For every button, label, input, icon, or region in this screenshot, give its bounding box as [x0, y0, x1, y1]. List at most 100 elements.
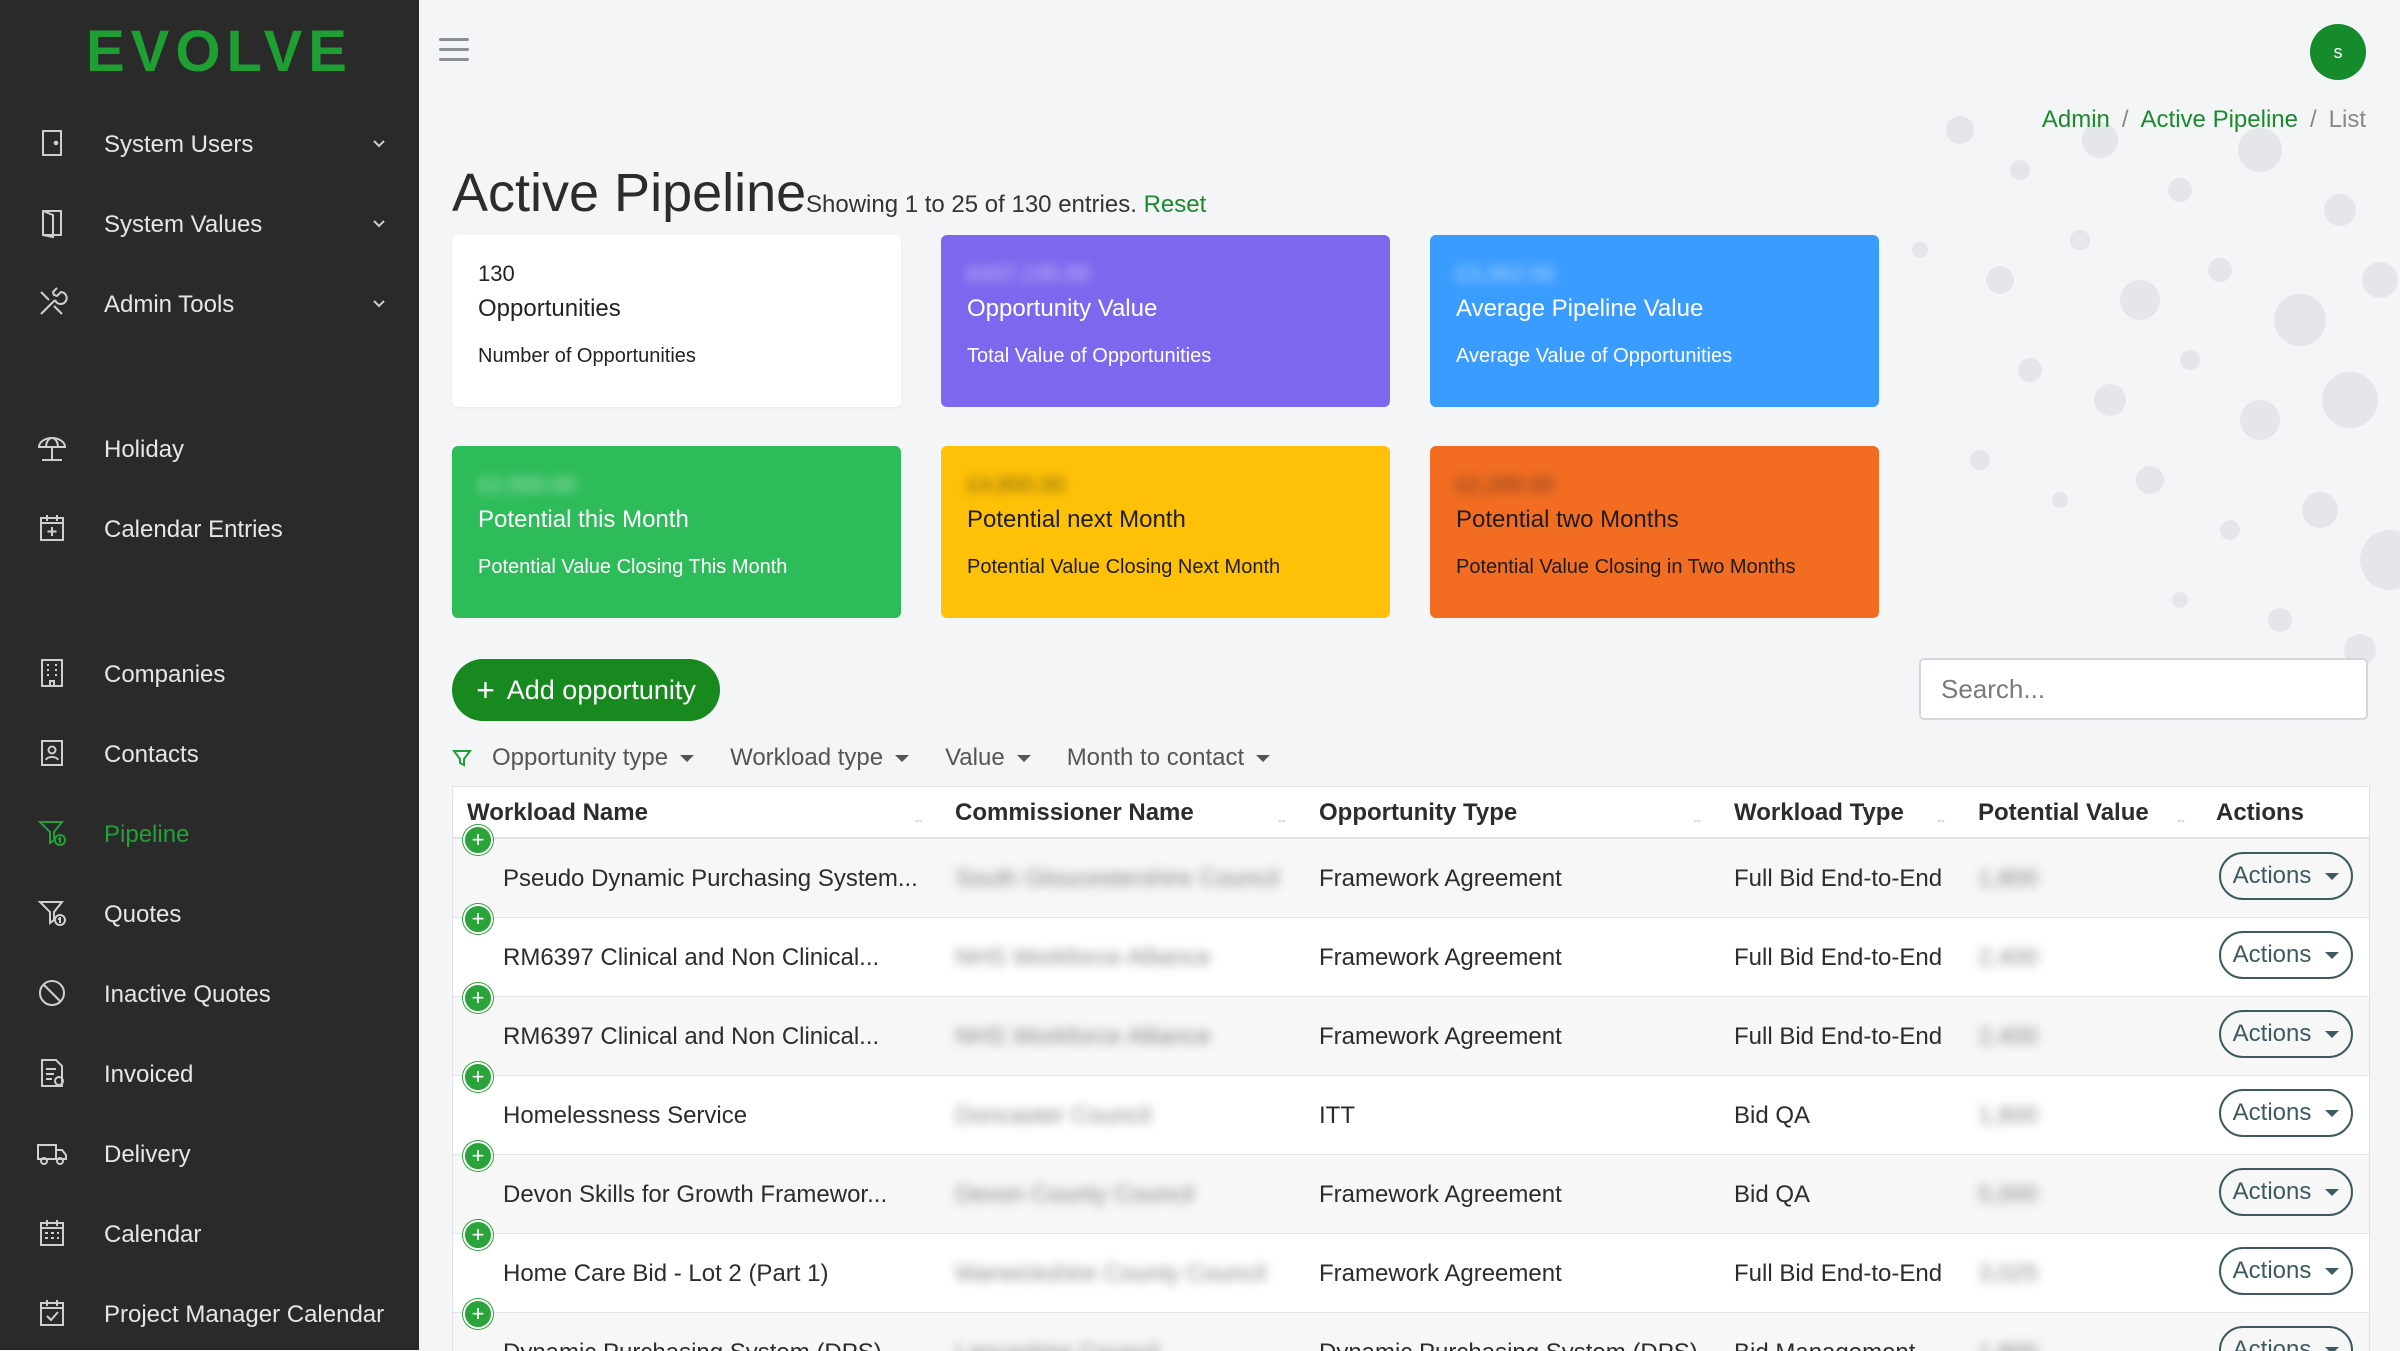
filter-label: Month to contact — [1067, 744, 1244, 772]
sidebar-item-label: Quotes — [104, 901, 181, 929]
table-row[interactable]: Home Care Bid - Lot 2 (Part 1) Warwicksh… — [453, 1234, 2369, 1313]
cell-workload-type: Bid QA — [1734, 1102, 1810, 1130]
sort-icon[interactable]: ⇔ — [2175, 813, 2189, 823]
column-header-potential-value[interactable]: Potential Value — [1978, 799, 2149, 827]
column-header-workload-name[interactable]: Workload Name — [467, 799, 648, 827]
sidebar-item-delivery[interactable]: Delivery — [0, 1120, 419, 1190]
cell-workload-name[interactable]: RM6397 Clinical and Non Clinical... — [503, 1023, 879, 1051]
row-actions-button[interactable]: Actions — [2219, 852, 2353, 900]
sidebar-item-label: Companies — [104, 661, 225, 689]
expand-row-icon[interactable]: + — [463, 983, 493, 1013]
sidebar-item-contacts[interactable]: Contacts — [0, 720, 419, 790]
search-input[interactable] — [1919, 658, 2368, 720]
stat-card-subtitle: Potential Value Closing in Two Months — [1456, 556, 1853, 579]
cell-workload-name[interactable]: RM6397 Clinical and Non Clinical... — [503, 944, 879, 972]
filter-opportunity-type[interactable]: Opportunity type — [492, 744, 694, 772]
sort-icon[interactable]: ⇔ — [913, 813, 927, 823]
column-header-opportunity-type[interactable]: Opportunity Type — [1319, 799, 1517, 827]
table-row[interactable]: RM6397 Clinical and Non Clinical... NHS … — [453, 997, 2369, 1076]
column-header-workload-type[interactable]: Workload Type — [1734, 799, 1904, 827]
row-actions-button[interactable]: Actions — [2219, 1010, 2353, 1058]
calendar-icon — [36, 1217, 68, 1249]
stat-card-title: Opportunities — [478, 295, 875, 323]
chevron-down-icon[interactable] — [372, 137, 386, 151]
row-actions-button[interactable]: Actions — [2219, 931, 2353, 979]
sidebar-item-calendar-entries[interactable]: Calendar Entries — [0, 495, 419, 565]
cell-workload-type: Bid Management — [1734, 1339, 1915, 1351]
sort-icon[interactable]: ⇔ — [1935, 813, 1949, 823]
cell-commissioner-name: Doncaster Council — [955, 1102, 1151, 1130]
cell-workload-name[interactable]: Dynamic Purchasing System (DPS) — [503, 1339, 882, 1351]
filter-value[interactable]: Value — [945, 744, 1031, 772]
entries-summary: Showing 1 to 25 of 130 entries. Reset — [806, 191, 1206, 219]
caret-down-icon — [1256, 755, 1270, 762]
cell-commissioner-name: Warwickshire County Council — [955, 1260, 1266, 1288]
caret-down-icon — [2325, 873, 2339, 880]
cell-workload-name[interactable]: Home Care Bid - Lot 2 (Part 1) — [503, 1260, 828, 1288]
avatar[interactable]: s — [2310, 24, 2366, 80]
column-header-commissioner-name[interactable]: Commissioner Name — [955, 799, 1194, 827]
stat-card-title: Average Pipeline Value — [1456, 295, 1853, 323]
expand-row-icon[interactable]: + — [463, 904, 493, 934]
expand-row-icon[interactable]: + — [463, 825, 493, 855]
breadcrumb-admin[interactable]: Admin — [2042, 106, 2110, 133]
filter-workload-type[interactable]: Workload type — [730, 744, 909, 772]
cell-opportunity-type: Framework Agreement — [1319, 1260, 1562, 1288]
stat-card-value: £3,362.58 — [1456, 261, 1853, 293]
cell-potential-value: 3,025 — [1978, 1260, 2038, 1288]
cell-commissioner-name: South Gloucestershire Council — [955, 865, 1279, 893]
expand-row-icon[interactable]: + — [463, 1141, 493, 1171]
cell-commissioner-name: Devon County Council — [955, 1181, 1194, 1209]
expand-row-icon[interactable]: + — [463, 1299, 493, 1329]
plus-icon: + — [476, 672, 495, 709]
sidebar-item-calendar[interactable]: Calendar — [0, 1200, 419, 1270]
cell-workload-type: Full Bid End-to-End — [1734, 1260, 1942, 1288]
cell-potential-value: 2,400 — [1978, 944, 2038, 972]
sort-icon[interactable]: ⇔ — [1691, 813, 1705, 823]
row-actions-button[interactable]: Actions — [2219, 1247, 2353, 1295]
table-row[interactable]: Dynamic Purchasing System (DPS) Lancashi… — [453, 1313, 2369, 1351]
sort-icon[interactable]: ⇔ — [1276, 813, 1290, 823]
decorative-dots-background — [1880, 100, 2400, 680]
sidebar-item-inactive-quotes[interactable]: Inactive Quotes — [0, 960, 419, 1030]
cell-workload-type: Bid QA — [1734, 1181, 1810, 1209]
row-actions-button[interactable]: Actions — [2219, 1089, 2353, 1137]
add-opportunity-button[interactable]: + Add opportunity — [452, 659, 720, 721]
reset-link[interactable]: Reset — [1144, 191, 1207, 218]
row-actions-button[interactable]: Actions — [2219, 1168, 2353, 1216]
table-row[interactable]: Homelessness Service Doncaster Council I… — [453, 1076, 2369, 1155]
breadcrumb-active-pipeline[interactable]: Active Pipeline — [2141, 106, 2298, 133]
cell-workload-name[interactable]: Pseudo Dynamic Purchasing System... — [503, 865, 918, 893]
sidebar-item-project-manager-calendar[interactable]: Project Manager Calendar — [0, 1280, 419, 1350]
stat-card-title: Potential this Month — [478, 506, 875, 534]
cell-potential-value: 5,000 — [1978, 1181, 2038, 1209]
table-row[interactable]: Devon Skills for Growth Framewor... Devo… — [453, 1155, 2369, 1234]
sidebar-item-holiday[interactable]: Holiday — [0, 415, 419, 485]
sidebar-item-pipeline[interactable]: Pipeline — [0, 800, 419, 870]
caret-down-icon — [2325, 1347, 2339, 1351]
chevron-down-icon[interactable] — [372, 297, 386, 311]
sidebar-item-system-values[interactable]: System Values — [0, 190, 419, 260]
menu-toggle-icon[interactable] — [439, 38, 469, 62]
stat-card-subtitle: Average Value of Opportunities — [1456, 345, 1853, 368]
brand-logo[interactable]: EVOLVE — [86, 18, 353, 85]
sidebar-item-companies[interactable]: Companies — [0, 640, 419, 710]
expand-row-icon[interactable]: + — [463, 1220, 493, 1250]
table-header: Workload Name ⇔ Commissioner Name ⇔ Oppo… — [453, 787, 2369, 839]
sidebar-item-label: System Users — [104, 131, 253, 159]
sidebar: EVOLVE System Users System Values Admin … — [0, 0, 419, 1350]
table-row[interactable]: RM6397 Clinical and Non Clinical... NHS … — [453, 918, 2369, 997]
cell-workload-name[interactable]: Devon Skills for Growth Framewor... — [503, 1181, 887, 1209]
actions-label: Actions — [2233, 862, 2312, 890]
sidebar-item-invoiced[interactable]: Invoiced — [0, 1040, 419, 1110]
sidebar-item-admin-tools[interactable]: Admin Tools — [0, 270, 419, 340]
expand-row-icon[interactable]: + — [463, 1062, 493, 1092]
sidebar-item-quotes[interactable]: Quotes — [0, 880, 419, 950]
cell-workload-name[interactable]: Homelessness Service — [503, 1102, 747, 1130]
table-row[interactable]: Pseudo Dynamic Purchasing System... Sout… — [453, 839, 2369, 918]
breadcrumb: Admin/Active Pipeline/List — [2042, 106, 2366, 134]
sidebar-item-system-users[interactable]: System Users — [0, 110, 419, 180]
filter-month-to-contact[interactable]: Month to contact — [1067, 744, 1270, 772]
chevron-down-icon[interactable] — [372, 217, 386, 231]
row-actions-button[interactable]: Actions — [2219, 1326, 2353, 1351]
